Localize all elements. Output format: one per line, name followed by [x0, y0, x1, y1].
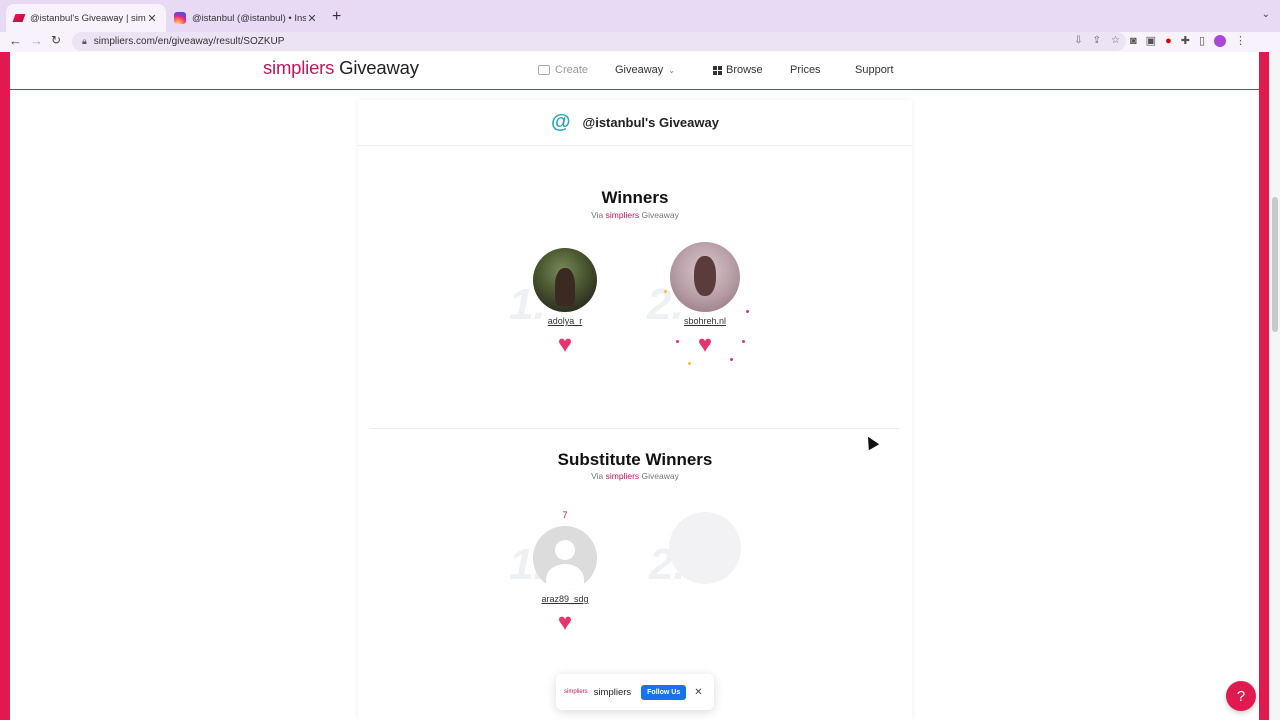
browser-tab-instagram[interactable]: @istanbul (@istanbul) • Instag ✕ [166, 4, 326, 32]
winner-item: adolya_r ♥ [505, 248, 625, 357]
sidepanel-icon[interactable]: ▯ [1199, 34, 1205, 47]
substitute-username-link[interactable]: araz89_sdg [505, 594, 625, 604]
adblock-extension-icon[interactable]: ▣ [1146, 34, 1156, 47]
right-brand-border [1259, 52, 1269, 720]
extensions-area: ◙ ▣ ● ✚ ▯ ⋮ [1130, 34, 1246, 47]
kebab-menu-icon[interactable]: ⋮ [1235, 34, 1246, 47]
nav-prices-label: Prices [790, 64, 821, 76]
back-arrow-icon[interactable]: ← [9, 33, 22, 48]
share-icon[interactable]: ⇪ [1093, 35, 1101, 46]
heart-icon[interactable]: ♥ [505, 611, 625, 635]
winner-username-link[interactable]: sbohreh.nl [645, 316, 765, 326]
confetti-dot [676, 340, 679, 343]
image-icon [538, 65, 550, 75]
follow-account-name: simpliers [593, 686, 632, 698]
via-suffix: Giveaway [639, 471, 679, 481]
simpliers-mini-logo: simpliers [564, 689, 588, 695]
profile-avatar-icon[interactable] [1214, 34, 1226, 47]
record-extension-icon[interactable]: ● [1165, 35, 1172, 47]
nav-support-label: Support [855, 64, 894, 76]
tab-title: @istanbul's Giveaway | simpli [30, 12, 146, 24]
puzzle-extensions-icon[interactable]: ✚ [1181, 34, 1190, 47]
scrollbar-thumb[interactable] [1272, 197, 1278, 332]
nav-create-label: Create [555, 64, 589, 76]
browser-tab-active[interactable]: @istanbul's Giveaway | simpli ✕ [6, 4, 166, 32]
address-bar[interactable]: 🔒︎ simpliers.com/en/giveaway/result/SOZK… [72, 32, 1126, 51]
giveaway-title: @istanbul's Giveaway [582, 115, 719, 130]
nav-browse[interactable]: Browse [713, 64, 763, 76]
bookmark-star-icon[interactable]: ☆ [1111, 35, 1120, 46]
heart-icon[interactable]: ♥ [645, 333, 765, 357]
winners-title: Winners [601, 188, 669, 207]
site-logo[interactable]: simpliers Giveaway [263, 57, 419, 79]
confetti-dot [730, 358, 733, 361]
confetti-dot [688, 362, 691, 365]
winners-via: Via simpliers Giveaway [358, 210, 912, 220]
grid-icon [713, 65, 722, 75]
loading-avatar-placeholder [669, 512, 741, 584]
follow-us-button[interactable]: Follow Us [641, 684, 687, 700]
entry-count: 7 [562, 510, 568, 520]
winner-item: sbohreh.nl ♥ [645, 242, 765, 357]
instagram-favicon-icon [174, 12, 186, 24]
substitutes-title: Substitute Winners [557, 450, 713, 469]
via-suffix: Giveaway [639, 210, 679, 220]
browser-tabstrip: @istanbul's Giveaway | simpli ✕ @istanbu… [0, 0, 1280, 32]
confetti-dot [746, 310, 749, 313]
section-divider [370, 428, 900, 429]
nav-giveaway-label: Giveaway [615, 64, 664, 76]
card-header: @ @istanbul's Giveaway [358, 100, 912, 146]
nav-support[interactable]: Support [855, 64, 894, 76]
help-button[interactable]: ? [1226, 681, 1256, 711]
page-viewport: simpliers Giveaway Create Giveaway ⌄ Bro… [0, 52, 1280, 720]
scrollbar-track[interactable] [1269, 52, 1280, 720]
reload-icon[interactable]: ↻ [51, 33, 61, 47]
confetti-dot [664, 290, 667, 293]
via-brand-link[interactable]: simpliers [606, 471, 640, 481]
left-brand-border [0, 52, 10, 720]
install-icon[interactable]: ⇩ [1074, 35, 1082, 46]
via-brand-link[interactable]: simpliers [606, 210, 640, 220]
nav-prices[interactable]: Prices [790, 64, 821, 76]
substitute-item-loading [645, 512, 765, 584]
site-header: simpliers Giveaway Create Giveaway ⌄ Bro… [10, 52, 1259, 90]
substitutes-via: Via simpliers Giveaway [358, 471, 912, 481]
winner-avatar[interactable] [670, 242, 740, 312]
browser-toolbar: ← → ↻ 🔒︎ simpliers.com/en/giveaway/resul… [0, 32, 1280, 52]
winner-avatar[interactable] [533, 248, 597, 312]
heart-icon[interactable]: ♥ [505, 333, 625, 357]
via-prefix: Via [591, 210, 606, 220]
camera-extension-icon[interactable]: ◙ [1130, 35, 1137, 47]
at-sign-icon: @ [551, 111, 571, 133]
tab-close-icon[interactable]: ✕ [306, 12, 318, 25]
simpliers-favicon-icon [12, 14, 26, 22]
tab-close-icon[interactable]: ✕ [146, 12, 158, 25]
lock-icon: 🔒︎ [82, 36, 87, 46]
giveaway-result-card: @ @istanbul's Giveaway Winners Via simpl… [358, 100, 912, 720]
nav-giveaway-dropdown[interactable]: Giveaway ⌄ [615, 64, 675, 76]
url-text: simpliers.com/en/giveaway/result/SOZKUP [93, 36, 285, 47]
forward-arrow-icon[interactable]: → [30, 33, 43, 48]
nav-create[interactable]: Create [538, 64, 588, 76]
default-user-avatar-icon[interactable] [533, 526, 597, 590]
confetti-dot [742, 340, 745, 343]
follow-us-bar: simpliers simpliers Follow Us ✕ [556, 674, 714, 710]
logo-rest: Giveaway [334, 57, 419, 78]
tab-search-chevron-icon[interactable]: ⌄ [1262, 9, 1270, 20]
chevron-down-icon: ⌄ [668, 65, 675, 75]
winner-username-link[interactable]: adolya_r [505, 316, 625, 326]
substitute-item: 7 araz89_sdg ♥ [505, 510, 625, 635]
close-icon[interactable]: ✕ [694, 687, 702, 698]
tab-title: @istanbul (@istanbul) • Instag [192, 12, 306, 24]
nav-browse-label: Browse [726, 64, 763, 76]
new-tab-icon[interactable]: + [332, 8, 341, 26]
logo-brand: simpliers [263, 57, 335, 78]
via-prefix: Via [591, 471, 606, 481]
